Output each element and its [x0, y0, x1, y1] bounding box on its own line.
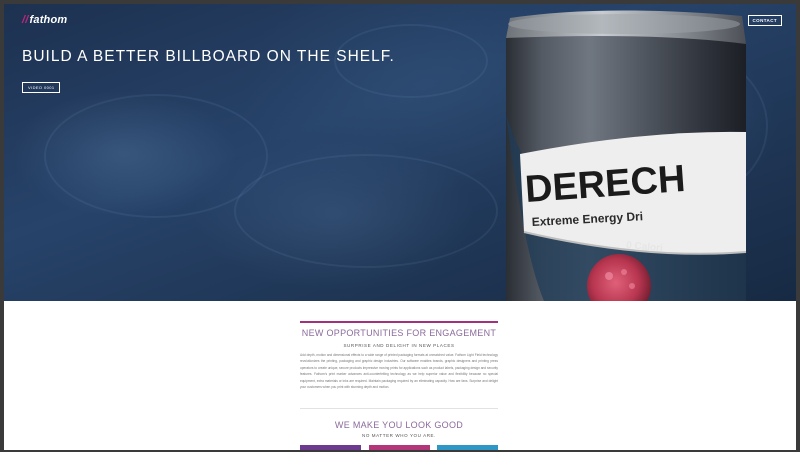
- hero-section: //fathom HOME BRANDS DESIGNERS PRINTERS …: [4, 4, 796, 301]
- browser-viewport: //fathom HOME BRANDS DESIGNERS PRINTERS …: [4, 4, 796, 450]
- feature-tile-3[interactable]: [437, 445, 498, 450]
- section-subtitle-engagement: SURPRISE AND DELIGHT IN NEW PLACES: [343, 343, 455, 348]
- feature-tile-1[interactable]: [300, 445, 361, 450]
- section-title-engagement: NEW OPPORTUNITIES FOR ENGAGEMENT: [301, 328, 497, 338]
- section-paragraph-engagement: Add depth, motion and dimensional effect…: [300, 353, 498, 390]
- energy-drink-can: DERECH Extreme Energy Dri 0 Calori: [506, 10, 747, 301]
- section-subtitle-look-good: NO MATTER WHO YOU ARE.: [361, 433, 437, 438]
- section-divider: [300, 408, 498, 409]
- section-title-look-good: WE MAKE YOU LOOK GOOD: [334, 420, 464, 430]
- section-accent-bar: [300, 321, 498, 323]
- feature-tile-2[interactable]: [369, 445, 430, 450]
